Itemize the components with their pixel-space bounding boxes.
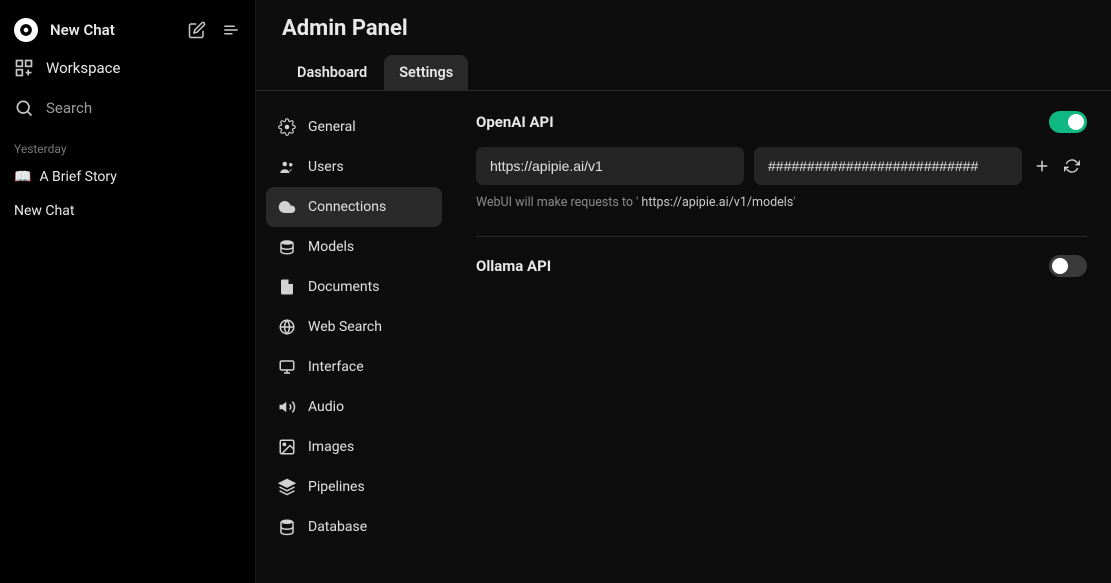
chat-item[interactable]: New Chat xyxy=(0,194,255,228)
gear-icon xyxy=(278,118,296,136)
cloud-icon xyxy=(278,198,296,216)
refresh-icon[interactable] xyxy=(1062,156,1082,176)
snav-label: Connections xyxy=(308,199,386,215)
chat-title: New Chat xyxy=(14,203,74,219)
snav-interface[interactable]: Interface xyxy=(266,347,442,387)
globe-icon xyxy=(278,318,296,336)
app-logo[interactable] xyxy=(14,18,38,42)
compose-icon[interactable] xyxy=(187,20,207,40)
snav-pipelines[interactable]: Pipelines xyxy=(266,467,442,507)
snav-general[interactable]: General xyxy=(266,107,442,147)
snav-label: Audio xyxy=(308,399,344,415)
layers-icon xyxy=(278,238,296,256)
speaker-icon xyxy=(278,398,296,416)
openai-hint: WebUI will make requests to ' https://ap… xyxy=(476,195,1087,210)
snav-label: Interface xyxy=(308,359,364,375)
snav-connections[interactable]: Connections xyxy=(266,187,442,227)
database-icon xyxy=(278,518,296,536)
grid-icon xyxy=(14,58,34,78)
openai-title: OpenAI API xyxy=(476,113,554,131)
monitor-icon xyxy=(278,358,296,376)
snav-label: Images xyxy=(308,439,354,455)
snav-images[interactable]: Images xyxy=(266,427,442,467)
snav-models[interactable]: Models xyxy=(266,227,442,267)
sidebar-workspace[interactable]: Workspace xyxy=(0,48,255,88)
tab-dashboard[interactable]: Dashboard xyxy=(282,55,382,90)
ollama-toggle[interactable] xyxy=(1049,255,1087,277)
new-chat-title[interactable]: New Chat xyxy=(50,21,115,39)
snav-label: Pipelines xyxy=(308,479,365,495)
chat-title: A Brief Story xyxy=(39,169,116,185)
openai-key-input[interactable] xyxy=(754,147,1022,185)
snav-audio[interactable]: Audio xyxy=(266,387,442,427)
chat-item[interactable]: 📖 A Brief Story xyxy=(0,160,255,194)
search-icon xyxy=(14,98,34,118)
users-icon xyxy=(278,158,296,176)
snav-documents[interactable]: Documents xyxy=(266,267,442,307)
snav-users[interactable]: Users xyxy=(266,147,442,187)
menu-icon[interactable] xyxy=(221,20,241,40)
snav-label: Models xyxy=(308,239,354,255)
image-icon xyxy=(278,438,296,456)
divider xyxy=(476,236,1087,237)
tab-settings[interactable]: Settings xyxy=(384,55,468,90)
page-title: Admin Panel xyxy=(282,16,1085,41)
snav-label: Documents xyxy=(308,279,379,295)
sidebar-search[interactable]: Search xyxy=(0,88,255,128)
search-label: Search xyxy=(46,99,92,117)
snav-database[interactable]: Database xyxy=(266,507,442,547)
snav-web-search[interactable]: Web Search xyxy=(266,307,442,347)
snav-label: Users xyxy=(308,159,344,175)
document-icon xyxy=(278,278,296,296)
snav-label: Web Search xyxy=(308,319,382,335)
ollama-title: Ollama API xyxy=(476,257,551,275)
chat-emoji: 📖 xyxy=(14,169,31,185)
openai-url-input[interactable] xyxy=(476,147,744,185)
openai-toggle[interactable] xyxy=(1049,111,1087,133)
stack-icon xyxy=(278,478,296,496)
snav-label: General xyxy=(308,119,356,135)
workspace-label: Workspace xyxy=(46,59,120,77)
section-label: Yesterday xyxy=(0,128,255,160)
snav-label: Database xyxy=(308,519,367,535)
add-icon[interactable] xyxy=(1032,156,1052,176)
